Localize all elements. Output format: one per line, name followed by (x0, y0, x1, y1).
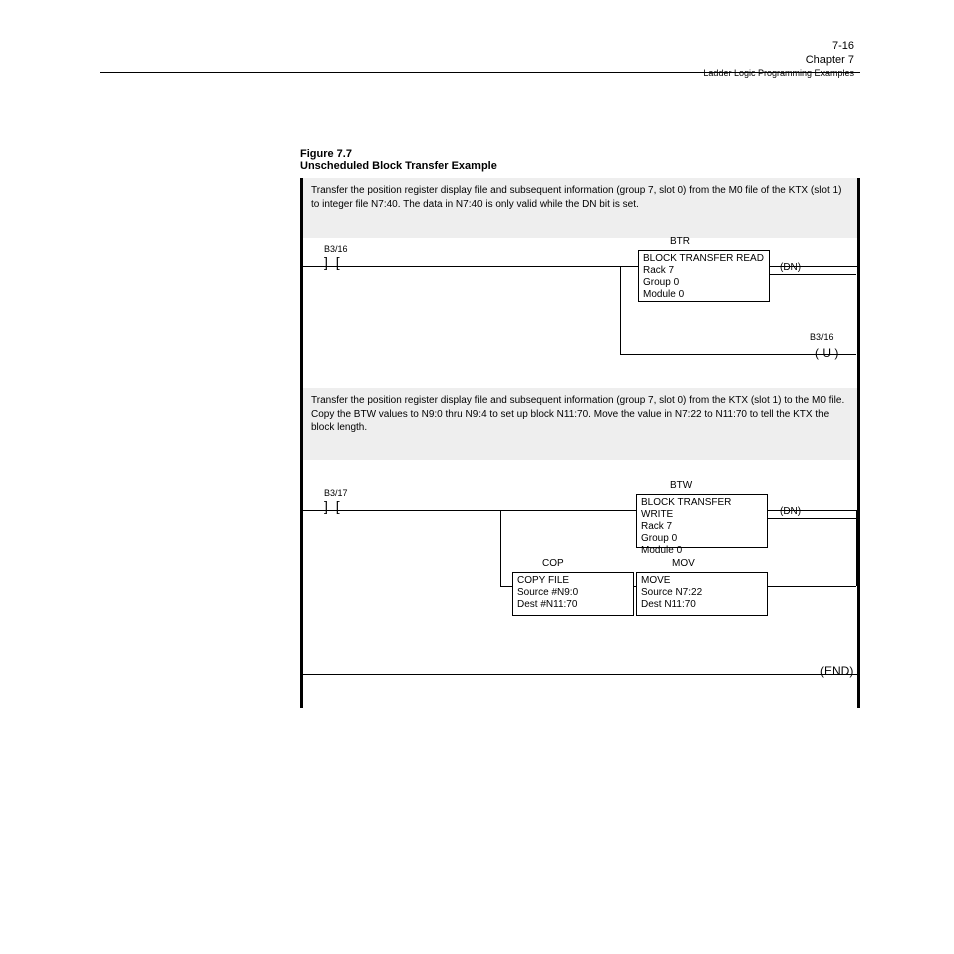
mov-out-wire (768, 586, 856, 587)
rung0-wire (303, 266, 857, 267)
unlatch-coil: ( U ) (815, 346, 838, 360)
section-title: Ladder Logic Programming Examples (703, 68, 854, 78)
btw-group: Group 0 (641, 533, 763, 545)
mov-label: MOVE (641, 575, 763, 587)
btw-block-label: BLOCK TRANSFER WRITE (641, 497, 763, 521)
btr-out-wire (770, 274, 856, 275)
btr-rack: Rack 7 (643, 265, 765, 277)
cop-source: Source #N9:0 (517, 587, 629, 599)
unlatch-coil-label: B3/16 (810, 332, 834, 342)
chapter-label: Chapter 7 (806, 54, 854, 66)
cop-label: COPY FILE (517, 575, 629, 587)
rung1-contact-label: B3/17 (324, 488, 348, 498)
ladder-diagram: Transfer the position register display f… (300, 178, 860, 708)
rung0-branch-vert (620, 266, 621, 354)
cop-title: COP (542, 558, 564, 569)
end-rung-wire (303, 674, 857, 675)
rung0-comment: Transfer the position register display f… (303, 178, 857, 238)
btr-block: BLOCK TRANSFER READ Rack 7 Group 0 Modul… (638, 250, 770, 302)
btw-dn: (DN) (780, 506, 801, 517)
rung0-contact-label: B3/16 (324, 244, 348, 254)
cop-block: COPY FILE Source #N9:0 Dest #N11:70 (512, 572, 634, 616)
mov-title: MOV (672, 558, 695, 569)
right-rail (857, 178, 860, 708)
btr-title: BTR (670, 236, 690, 247)
rung1-wire (303, 510, 857, 511)
rung1-right-branch-vert (856, 510, 857, 586)
btr-module: Module 0 (643, 289, 765, 301)
btw-rack: Rack 7 (641, 521, 763, 533)
figure-title: Unscheduled Block Transfer Example (300, 160, 497, 172)
rung0-contact: ] [ (324, 254, 342, 270)
btw-block: BLOCK TRANSFER WRITE Rack 7 Group 0 Modu… (636, 494, 768, 548)
figure-label: Figure 7.7 (300, 148, 352, 160)
rung1-branch-vert (500, 510, 501, 586)
btw-module: Module 0 (641, 545, 763, 557)
btw-out-wire (768, 518, 856, 519)
mov-source: Source N7:22 (641, 587, 763, 599)
btr-block-label: BLOCK TRANSFER READ (643, 253, 765, 265)
btr-dn: (DN) (780, 262, 801, 273)
end-symbol: (END) (820, 664, 853, 678)
mov-dest: Dest N11:70 (641, 599, 763, 611)
btr-group: Group 0 (643, 277, 765, 289)
mov-block: MOVE Source N7:22 Dest N11:70 (636, 572, 768, 616)
page-number: 7-16 (832, 40, 854, 52)
cop-dest: Dest #N11:70 (517, 599, 629, 611)
rung1-comment: Transfer the position register display f… (303, 388, 857, 460)
btw-title: BTW (670, 480, 692, 491)
rung1-contact: ] [ (324, 498, 342, 514)
